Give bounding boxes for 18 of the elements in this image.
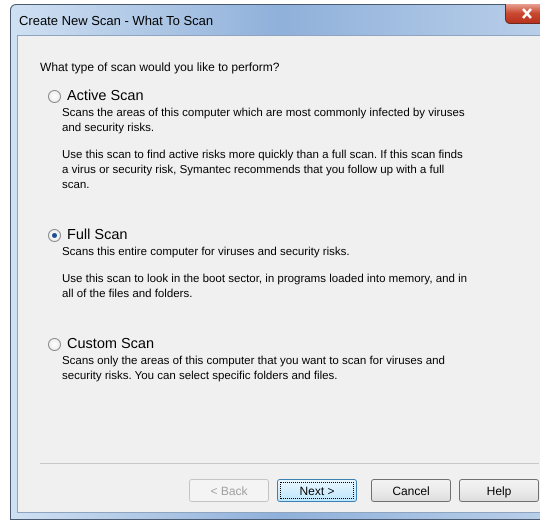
dialog-button[interactable]: Cancel	[371, 479, 451, 502]
radio-button[interactable]	[48, 228, 61, 242]
option-description: Scans this entire computer for viruses and security risks.	[62, 245, 351, 260]
option-description: Scans the areas of this computer which are most commonly infected by viruses and security risks.	[62, 106, 466, 136]
option-description: Use this scan to look in the boot sector, in programs loaded into memory, and in all of the files and folders.	[62, 272, 468, 302]
option-label[interactable]: Active Scan	[67, 88, 144, 104]
radio-button[interactable]	[48, 90, 61, 102]
option-label[interactable]: Full Scan	[67, 227, 128, 243]
radio-button[interactable]	[48, 338, 61, 350]
dialog-button[interactable]: Help	[459, 479, 539, 502]
option-description: Scans only the areas of this computer that you want to scan for viruses and security risks. You can select specific folders and files.	[62, 354, 446, 384]
question-text: What type of scan would you like to perform?	[40, 60, 280, 74]
window-title: Create New Scan - What To Scan	[18, 12, 214, 28]
dialog-button[interactable]: Next >	[277, 479, 357, 502]
option-label[interactable]: Custom Scan	[67, 336, 154, 352]
close-button[interactable]	[505, 4, 540, 24]
option-description: Use this scan to find active risks more quickly than a full scan. If this scan finds a virus or security risk, Symantec recommends that you follow up with a full scan.	[62, 148, 464, 193]
close-icon	[521, 8, 533, 19]
